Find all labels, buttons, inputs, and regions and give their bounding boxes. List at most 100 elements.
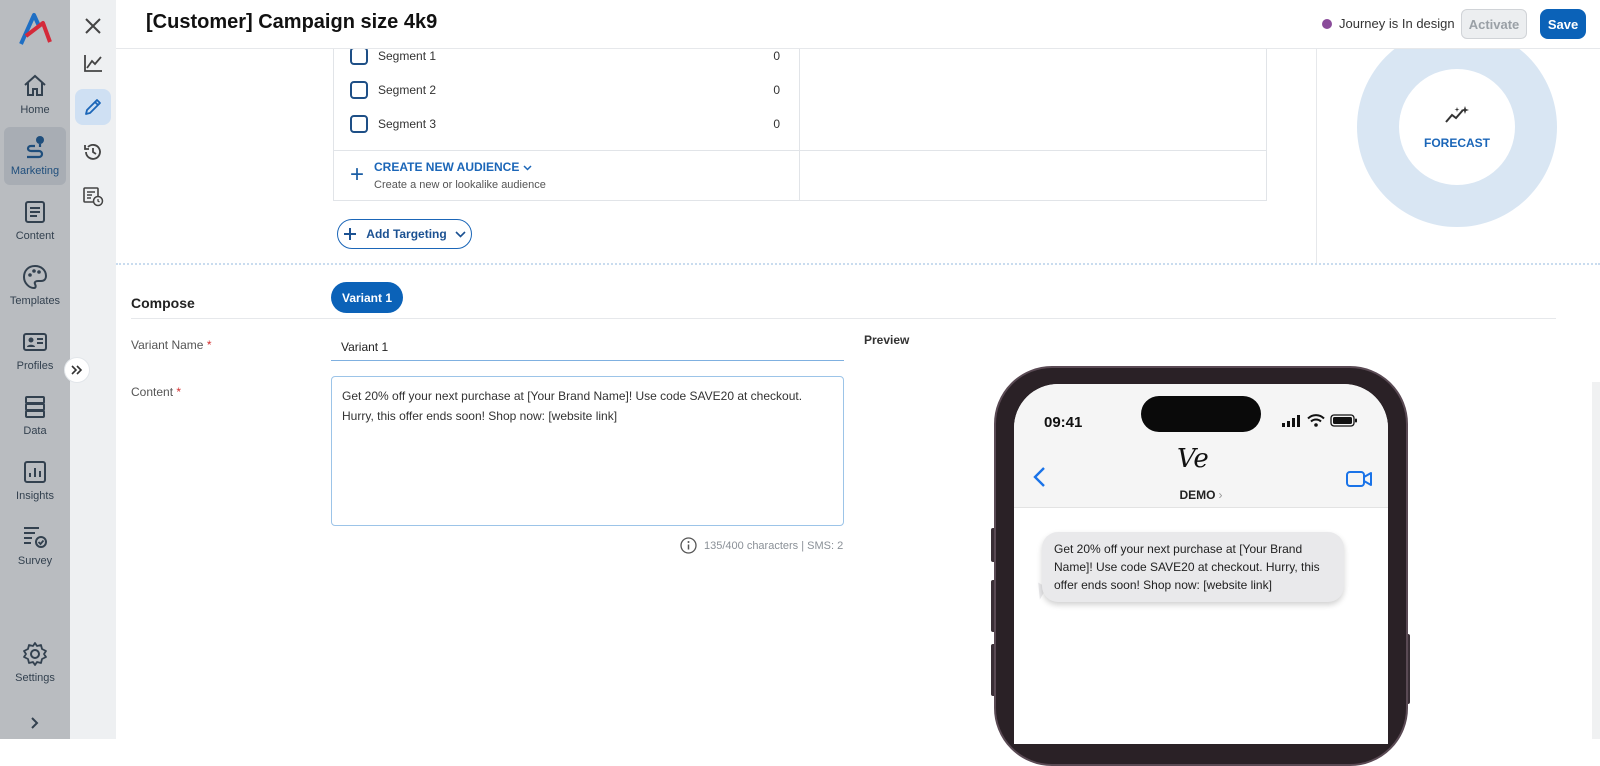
nav-item-survey[interactable]: Survey	[0, 517, 70, 579]
character-count-text: 135/400 characters | SMS: 2	[704, 539, 844, 552]
chevron-left-icon	[1033, 467, 1045, 487]
nav-item-insights[interactable]: Insights	[0, 452, 70, 514]
create-audience-label: CREATE NEW AUDIENCE	[374, 160, 546, 174]
nav-item-data[interactable]: Data	[0, 387, 70, 449]
nav-label: Home	[20, 104, 50, 116]
content-icon	[25, 201, 45, 223]
nav-label: Insights	[16, 490, 54, 502]
history-button[interactable]	[75, 134, 111, 170]
nav-label: Survey	[17, 555, 53, 567]
segment-label: Segment 3	[378, 117, 437, 131]
segment-count: 0	[773, 83, 780, 97]
forecast-label: FORECAST	[1424, 136, 1490, 150]
divider	[799, 40, 800, 200]
divider	[334, 150, 1266, 151]
battery-icon	[1330, 414, 1357, 427]
video-call-button[interactable]	[1346, 470, 1372, 493]
nav-label: Templates	[9, 295, 61, 307]
phone-screen: 09:41 Ve DEMO › Get 20% off your next pur…	[1014, 384, 1388, 744]
audience-table: Segment 1 0 Segment 2 0 Segment 3 0 + CR…	[333, 40, 1267, 201]
nav-label: Profiles	[16, 360, 54, 372]
character-count: 135/400 characters | SMS: 2	[680, 537, 843, 554]
segment-count: 0	[773, 117, 780, 131]
marketing-icon	[26, 136, 44, 159]
plus-icon	[344, 228, 357, 240]
divider	[131, 318, 1556, 319]
nav-label: Marketing	[10, 165, 60, 177]
expand-nav-button[interactable]	[24, 712, 46, 734]
schedule-list-icon	[83, 187, 104, 207]
section-divider	[116, 263, 1600, 265]
segment-row: Segment 3 0	[350, 114, 780, 134]
segment-checkbox[interactable]	[350, 81, 368, 99]
compose-heading: Compose	[131, 295, 195, 311]
app-logo-icon[interactable]	[17, 12, 53, 46]
tab-variant-1[interactable]: Variant 1	[331, 282, 403, 313]
collapse-panel-button[interactable]	[64, 357, 90, 383]
segment-label: Segment 1	[378, 49, 437, 63]
segment-checkbox[interactable]	[350, 115, 368, 133]
divider	[1316, 49, 1317, 264]
double-chevron-right-icon	[71, 365, 83, 375]
nav-item-profiles[interactable]: Profiles	[0, 322, 70, 384]
contact-logo: Ve	[1177, 444, 1209, 474]
status-text: Journey is In design	[1339, 16, 1455, 31]
home-icon	[24, 74, 46, 96]
profile-card-icon	[23, 333, 47, 351]
plus-icon: +	[350, 161, 365, 188]
nav-label: Settings	[15, 672, 55, 684]
schedule-log-button[interactable]	[75, 178, 111, 214]
dynamic-island	[1141, 396, 1261, 432]
scrollbar[interactable]	[1592, 382, 1600, 739]
save-button[interactable]: Save	[1540, 9, 1586, 39]
journey-status: Journey is In design	[1322, 16, 1455, 31]
analytics-button[interactable]	[75, 45, 111, 81]
nav-item-home[interactable]: Home	[0, 66, 70, 128]
contact-name[interactable]: DEMO ›	[1014, 488, 1388, 502]
gear-icon	[23, 642, 47, 666]
forecast-button[interactable]: FORECAST	[1399, 69, 1515, 185]
page-title: [Customer] Campaign size 4k9	[146, 11, 438, 33]
insights-icon	[24, 461, 46, 483]
palette-icon	[22, 264, 48, 290]
status-dot	[1322, 18, 1332, 29]
content-textarea[interactable]: Get 20% off your next purchase at [Your …	[331, 376, 844, 526]
nav-item-settings[interactable]: Settings	[0, 634, 70, 696]
edit-button[interactable]	[75, 89, 111, 125]
add-targeting-button[interactable]: Add Targeting	[337, 219, 472, 249]
database-icon	[25, 396, 45, 418]
segment-checkbox[interactable]	[350, 47, 368, 65]
nav-item-marketing[interactable]: Marketing	[4, 127, 66, 185]
close-icon	[85, 18, 101, 34]
history-icon	[84, 144, 101, 160]
segment-count: 0	[773, 49, 780, 63]
create-audience-description: Create a new or lookalike audience	[374, 179, 546, 191]
nav-item-templates[interactable]: Templates	[0, 257, 70, 319]
close-button[interactable]	[75, 8, 111, 44]
wifi-icon	[1307, 414, 1325, 427]
status-time: 09:41	[1044, 414, 1083, 431]
pencil-icon	[85, 99, 101, 115]
page-header: [Customer] Campaign size 4k9 Journey is …	[116, 0, 1600, 49]
segment-row: Segment 1 0	[350, 46, 780, 66]
nav-label: Content	[15, 230, 55, 242]
info-icon	[680, 537, 697, 554]
message-header: 09:41 Ve DEMO ›	[1014, 384, 1388, 508]
create-new-audience-button[interactable]: + CREATE NEW AUDIENCE Create a new or lo…	[350, 160, 546, 191]
variant-name-label: Variant Name *	[131, 338, 212, 352]
chevron-down-icon	[523, 165, 532, 171]
preview-heading: Preview	[864, 333, 910, 347]
nav-item-content[interactable]: Content	[0, 192, 70, 254]
sparkle-trend-icon	[1445, 106, 1469, 123]
line-chart-icon	[84, 55, 102, 72]
activate-button[interactable]: Activate	[1461, 9, 1527, 39]
survey-icon	[24, 527, 47, 548]
video-camera-icon	[1346, 471, 1372, 487]
add-targeting-label: Add Targeting	[366, 227, 447, 241]
variant-name-input[interactable]	[331, 333, 844, 361]
segment-row: Segment 2 0	[350, 80, 780, 100]
message-bubble: Get 20% off your next purchase at [Your …	[1042, 532, 1344, 602]
nav-label: Data	[23, 425, 47, 437]
phone-status-icons	[1282, 414, 1358, 427]
main-nav: Home Marketing Content Templates Profile…	[0, 0, 70, 739]
